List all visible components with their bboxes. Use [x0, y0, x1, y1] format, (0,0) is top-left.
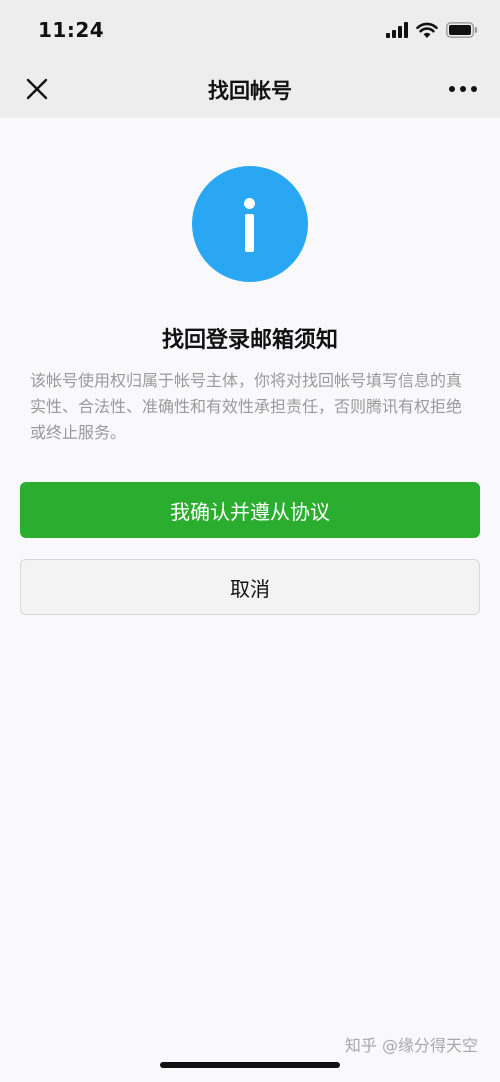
nav-bar: 找回帐号 — [0, 60, 500, 118]
more-icon — [449, 86, 477, 92]
info-icon-dot — [244, 198, 255, 209]
page-title: 找回帐号 — [208, 79, 292, 103]
notice-title: 找回登录邮箱须知 — [161, 328, 338, 353]
notice-description: 该帐号使用权归属于帐号主体，你将对找回帐号填写信息的真实性、合法性、准确性和有效… — [30, 371, 463, 442]
watermark-text: 知乎 @缘分得天空 — [344, 1036, 478, 1055]
info-icon-bar — [245, 214, 254, 252]
status-icons — [386, 20, 478, 40]
status-time: 11:24 — [38, 18, 105, 42]
wifi-icon — [416, 22, 438, 38]
status-bar: 11:24 — [0, 0, 500, 60]
signal-icon — [386, 22, 408, 38]
confirm-button[interactable]: 我确认并遵从协议 — [20, 482, 480, 538]
battery-icon — [446, 22, 477, 38]
home-indicator[interactable] — [160, 1062, 340, 1068]
info-icon — [192, 166, 308, 282]
watermark: 知乎 @缘分得天空 — [345, 1032, 478, 1056]
cancel-button[interactable]: 取消 — [20, 559, 480, 615]
more-button[interactable] — [446, 74, 480, 104]
